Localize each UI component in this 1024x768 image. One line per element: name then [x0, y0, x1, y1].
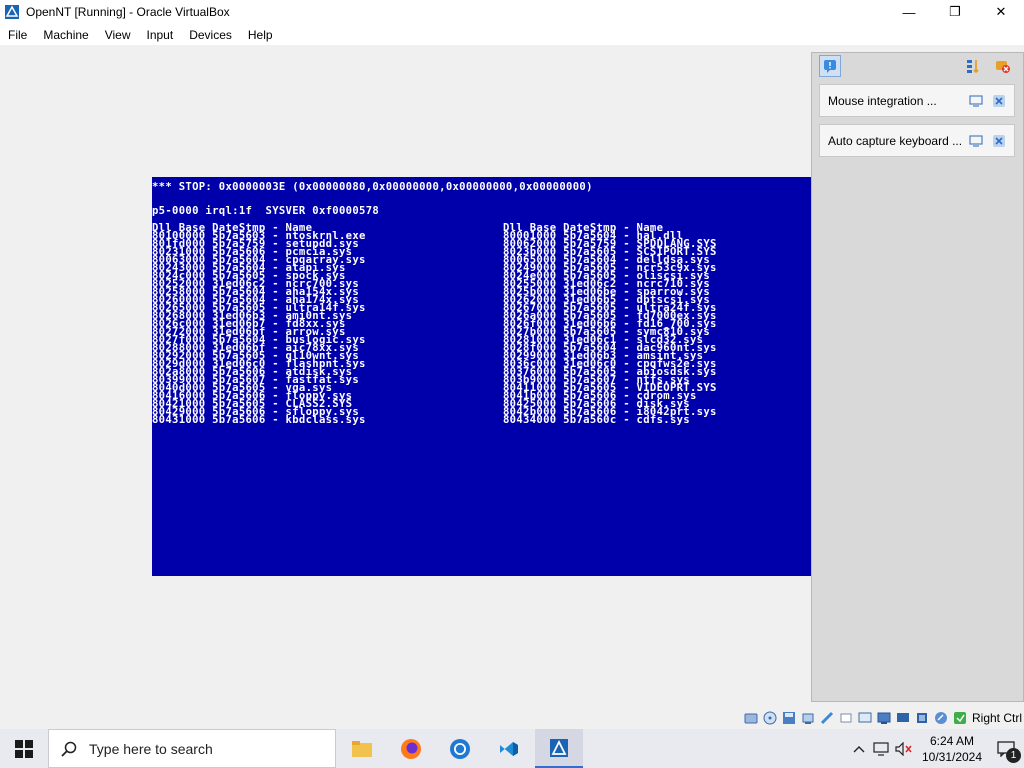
- menu-devices[interactable]: Devices: [181, 28, 240, 42]
- notification-center-panel: Mouse integration ... Auto capture keybo…: [811, 52, 1024, 702]
- right-driver-list: 80001000 5b7a5604 - hal.dll 80062000 5b7a…: [503, 231, 717, 426]
- menu-bar: File Machine View Input Devices Help: [0, 24, 1024, 45]
- notice-auto-capture-keyboard[interactable]: Auto capture keyboard ...: [819, 124, 1015, 157]
- sysver-line: p5-0000 irql:1f SYSVER 0xf0000578: [152, 205, 380, 217]
- left-driver-list: 80100000 5b7a5603 - ntoskrnl.exe 801fd000…: [152, 231, 366, 426]
- taskbar-file-explorer[interactable]: [338, 729, 386, 768]
- notification-icon: [824, 60, 836, 73]
- clock-date: 10/31/2024: [921, 749, 983, 764]
- virtualbox-app-icon: [4, 4, 20, 20]
- window-title: OpenNT [Running] - Oracle VirtualBox: [26, 5, 230, 19]
- driver-row: 80431000 5b7a5606 - kbdclass.sys: [152, 414, 366, 426]
- chrome-icon: [450, 738, 470, 759]
- menu-machine[interactable]: Machine: [35, 28, 96, 42]
- mouse-integration-status-icon[interactable]: [932, 710, 949, 726]
- window-titlebar: OpenNT [Running] - Oracle VirtualBox — ❐…: [0, 0, 1024, 24]
- keyboard-capture-icon: [968, 133, 984, 149]
- audio-icon[interactable]: [799, 710, 816, 726]
- close-notice-icon[interactable]: [991, 133, 1007, 149]
- volume-muted-icon[interactable]: [892, 741, 916, 756]
- notice-label: Mouse integration ...: [828, 93, 937, 108]
- usb-icon[interactable]: [837, 710, 854, 726]
- vm-status-bar: Right Ctrl: [0, 707, 1024, 729]
- taskbar-firefox[interactable]: [387, 729, 435, 768]
- file-explorer-icon: [352, 740, 372, 757]
- dismiss-all-button[interactable]: [992, 55, 1014, 77]
- hard-disk-icon[interactable]: [742, 710, 759, 726]
- optical-drive-icon[interactable]: [761, 710, 778, 726]
- sort-notifications-button[interactable]: [962, 55, 984, 77]
- stop-code-line: *** STOP: 0x0000003E (0x00000080,0x00000…: [152, 181, 593, 193]
- minimize-button[interactable]: —: [886, 0, 932, 24]
- system-tray: 6:24 AM 10/31/2024 1: [848, 729, 1024, 768]
- close-notice-icon[interactable]: [991, 93, 1007, 109]
- search-placeholder: Type here to search: [89, 740, 213, 757]
- shared-folders-icon[interactable]: [856, 710, 873, 726]
- taskbar-visual-studio-code[interactable]: [485, 729, 533, 768]
- notice-mouse-integration[interactable]: Mouse integration ...: [819, 84, 1015, 117]
- status-icons: [740, 710, 968, 726]
- vscode-icon: [500, 741, 518, 756]
- virtualization-icon[interactable]: [913, 710, 930, 726]
- system-clock[interactable]: 6:24 AM 10/31/2024: [916, 733, 988, 765]
- virtualbox-taskbar-icon: [550, 738, 568, 757]
- floppy-drive-icon[interactable]: [780, 710, 797, 726]
- mouse-integration-icon: [968, 93, 984, 109]
- clock-time: 6:24 AM: [929, 733, 975, 748]
- taskbar-chrome[interactable]: [436, 729, 484, 768]
- menu-input[interactable]: Input: [139, 28, 182, 42]
- notification-center-toggle-button[interactable]: [819, 55, 841, 77]
- taskbar-virtualbox[interactable]: [535, 729, 583, 768]
- dismiss-all-icon: [996, 61, 1010, 73]
- vm-guest-screen[interactable]: *** STOP: 0x0000003E (0x00000080,0x00000…: [152, 177, 872, 576]
- start-button[interactable]: [0, 729, 48, 768]
- video-capture-icon[interactable]: [894, 710, 911, 726]
- windows-taskbar: Type here to search 6:24 AM 10/31/2024 1: [0, 729, 1024, 768]
- menu-file[interactable]: File: [0, 28, 35, 42]
- menu-view[interactable]: View: [97, 28, 139, 42]
- maximize-button[interactable]: ❐: [932, 0, 978, 24]
- network-icon[interactable]: [818, 710, 835, 726]
- network-tray-icon[interactable]: [870, 741, 892, 756]
- sort-icon: [967, 60, 979, 74]
- search-icon: [61, 741, 77, 757]
- host-key-label[interactable]: Right Ctrl: [972, 711, 1022, 725]
- notification-toolbar: [812, 53, 1023, 81]
- action-center-button[interactable]: 1: [988, 740, 1024, 763]
- driver-row: 80434000 5b7a560c - cdfs.sys: [503, 414, 690, 426]
- windows-logo-icon: [15, 739, 33, 758]
- keyboard-capture-status-icon[interactable]: [951, 710, 968, 726]
- notification-count-badge: 1: [1006, 747, 1021, 763]
- chevron-up-icon[interactable]: [848, 745, 870, 753]
- notice-label: Auto capture keyboard ...: [828, 133, 963, 148]
- display-icon[interactable]: [875, 710, 892, 726]
- menu-help[interactable]: Help: [240, 28, 281, 42]
- taskbar-search-box[interactable]: Type here to search: [48, 729, 336, 768]
- firefox-icon: [401, 738, 421, 759]
- close-button[interactable]: ✕: [978, 0, 1024, 24]
